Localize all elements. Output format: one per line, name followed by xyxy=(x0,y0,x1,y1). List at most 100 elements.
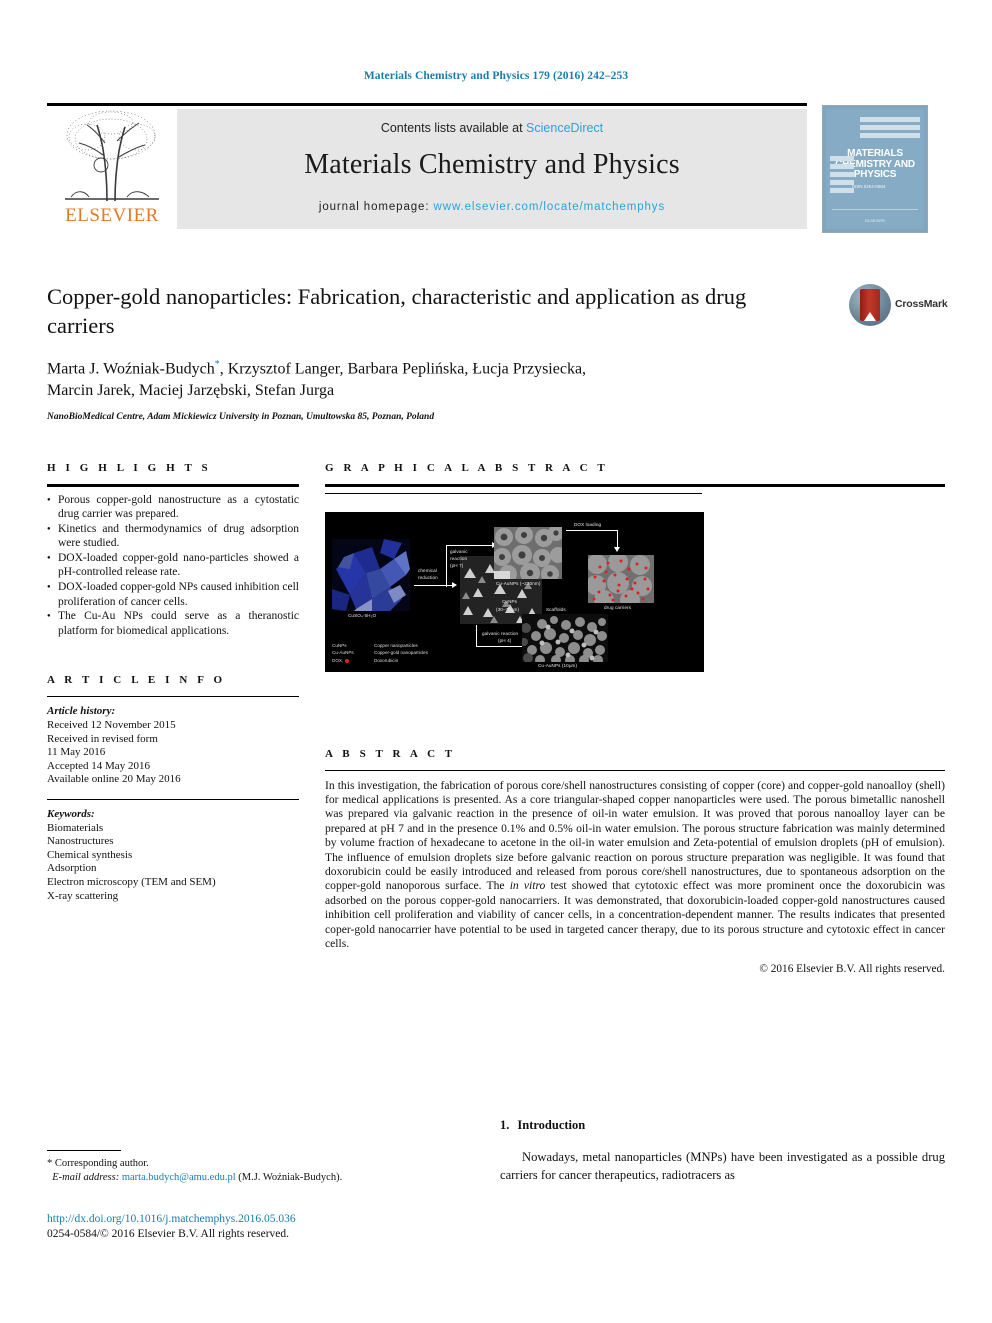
ga-legend-key: CuNPs xyxy=(332,642,347,648)
ga-panel-precursor xyxy=(332,538,410,611)
ga-panel-scaffolds xyxy=(522,613,608,662)
introduction-section: 1. Introduction Nowadays, metal nanoparti… xyxy=(500,1118,945,1184)
sciencedirect-link[interactable]: ScienceDirect xyxy=(526,121,603,135)
ga-legend-value: Copper nanoparticles xyxy=(374,642,418,648)
graphical-abstract-heading: G R A P H I C A L A B S T R A C T xyxy=(325,462,609,474)
doi-link[interactable]: http://dx.doi.org/10.1016/j.matchemphys.… xyxy=(47,1212,447,1227)
ga-legend-value: Copper-gold nanoparticles xyxy=(374,650,428,656)
article-history-item: Available online 20 May 2016 xyxy=(47,773,181,786)
list-item: The Cu-Au NPs could serve as a theranost… xyxy=(47,609,299,638)
issn-copyright-line: 0254-0584/© 2016 Elsevier B.V. All right… xyxy=(47,1228,290,1240)
ga-label-galvanic-ph7-l3: (pH 7) xyxy=(450,562,464,568)
title-block: Copper-gold nanoparticles: Fabrication, … xyxy=(47,282,948,423)
ga-label-chemical-reduction-l1: chemical xyxy=(418,567,437,573)
footnote-rule xyxy=(47,1150,121,1151)
elsevier-logo: ELSEVIER xyxy=(49,109,175,229)
keywords-rule xyxy=(47,799,299,800)
ga-caption-cunps-l2: (30–70nm) xyxy=(496,606,520,612)
journal-cover-inner: MATERIALS CHEMISTRY AND PHYSICS ISSN 025… xyxy=(826,109,924,229)
ga-legend-row: Cu-AuNPs Copper-gold nanoparticles xyxy=(332,649,428,657)
graphical-abstract-figure: CuSO₄·5H₂O chemical reduction CuNPs (30–… xyxy=(325,511,704,672)
crossmark-badge[interactable]: CrossMark xyxy=(849,284,948,328)
elsevier-tree-icon xyxy=(57,109,167,205)
elsevier-wordmark: ELSEVIER xyxy=(65,205,159,226)
ga-arrow-dox-vertical xyxy=(617,529,619,548)
introduction-heading: 1. Introduction xyxy=(500,1118,945,1133)
contents-available-line: Contents lists available at ScienceDirec… xyxy=(177,121,807,135)
doi-block: http://dx.doi.org/10.1016/j.matchemphys.… xyxy=(47,1212,447,1242)
ga-caption-scaffolds: Scaffolds xyxy=(546,606,566,612)
keyword-item: X-ray scattering xyxy=(47,889,119,902)
ga-label-dox-loading: DOX loading xyxy=(574,521,602,527)
abstract-text: In this investigation, the fabrication o… xyxy=(325,779,945,952)
keyword-item: Electron microscopy (TEM and SEM) xyxy=(47,875,216,888)
ga-arrowhead-dox xyxy=(614,546,620,552)
abstract-italic-term: in vitro xyxy=(509,879,546,893)
ga-arrowhead-chemical-reduction xyxy=(452,581,457,588)
ga-caption-cunps-l1: CuNPs xyxy=(502,598,518,604)
article-history-item: Received in revised form xyxy=(47,732,158,745)
author-list: Marta J. Woźniak-Budych*, Krzysztof Lang… xyxy=(47,354,807,402)
ga-legend-key: DOX, xyxy=(332,657,374,665)
paper-page: Materials Chemistry and Physics 179 (201… xyxy=(0,0,992,1323)
ga-legend-key-text: DOX, xyxy=(332,657,344,663)
ga-arrow-dox-horizontal xyxy=(566,529,618,531)
ga-legend-value: Doxorubicin xyxy=(374,657,399,663)
journal-cover-thumbnail: MATERIALS CHEMISTRY AND PHYSICS ISSN 025… xyxy=(822,105,928,233)
article-history-item: 11 May 2016 xyxy=(47,746,106,759)
doxorubicin-dot-icon xyxy=(345,658,350,663)
journal-title: Materials Chemistry and Physics xyxy=(304,149,680,180)
journal-homepage-line: journal homepage: www.elsevier.com/locat… xyxy=(177,201,807,213)
ga-caption-precursor: CuSO₄·5H₂O xyxy=(348,612,377,618)
graphical-abstract-rule xyxy=(325,484,945,487)
keyword-item: Adsorption xyxy=(47,862,97,875)
ga-panel-cuaunps-230 xyxy=(494,526,562,579)
ga-label-galvanic-ph4-l1: galvanic reaction xyxy=(482,630,519,636)
introduction-body: Nowadays, metal nanoparticles (MNPs) hav… xyxy=(500,1150,945,1182)
ga-legend-row: CuNPs Copper nanoparticles xyxy=(332,642,428,650)
masthead-center-panel: Contents lists available at ScienceDirec… xyxy=(177,109,807,229)
ga-legend-key: Cu-AuNPs xyxy=(332,650,354,656)
article-history-label: Article history: xyxy=(47,705,116,718)
ga-legend: CuNPs Copper nanoparticles Cu-AuNPs Copper… xyxy=(332,642,428,665)
email-link[interactable]: marta.budych@amu.edu.pl xyxy=(122,1172,236,1183)
list-item: DOX-loaded copper-gold NPs caused inhibi… xyxy=(47,580,299,609)
ga-caption-cuaunps-230: Cu-AuNPs (~230nm) xyxy=(496,580,541,586)
ga-arrow-ph4-vertical xyxy=(476,624,478,647)
keyword-item: Biomaterials xyxy=(47,821,104,834)
masthead-top-rule xyxy=(47,103,807,106)
crossmark-icon xyxy=(849,284,891,326)
ga-label-galvanic-ph7-l2: reaction xyxy=(450,555,468,561)
ga-label-chemical-reduction-l2: reduction xyxy=(418,574,438,580)
article-history-item: Received 12 November 2015 xyxy=(47,719,176,732)
cover-footer: ELSEVIER xyxy=(865,218,885,223)
list-item: DOX-loaded copper-gold nano-particles sh… xyxy=(47,551,299,580)
crossmark-label: CrossMark xyxy=(895,298,948,310)
article-info-heading: A R T I C L E I N F O xyxy=(47,674,226,687)
running-head: Materials Chemistry and Physics 179 (201… xyxy=(363,70,629,82)
graphical-abstract-subrule xyxy=(325,492,702,494)
ga-legend-row: DOX, Doxorubicin xyxy=(332,657,428,665)
ga-label-galvanic-ph4-l2: (pH 4) xyxy=(498,637,512,643)
corresponding-author-footnote: * Corresponding author. E-mail address: … xyxy=(47,1150,347,1184)
article-info-rule xyxy=(47,696,299,698)
list-item: Kinetics and thermodynamics of drug adso… xyxy=(47,522,299,551)
highlights-rule xyxy=(47,484,299,487)
email-label: E-mail address: xyxy=(52,1171,120,1183)
ga-arrow-ph7-horizontal xyxy=(446,544,492,546)
affiliation: NanoBioMedical Centre, Adam Mickiewicz U… xyxy=(47,412,435,423)
ga-caption-drug-carriers: drug carriers xyxy=(604,604,632,610)
highlights-list: Porous copper-gold nanostructure as a cy… xyxy=(47,493,299,639)
left-column: H I G H L I G H T S Porous copper-gold n… xyxy=(47,462,299,903)
abstract-part1: In this investigation, the fabrication o… xyxy=(325,778,945,893)
article-history-item: Accepted 14 May 2016 xyxy=(47,759,150,772)
journal-homepage-link[interactable]: www.elsevier.com/locate/matchemphys xyxy=(434,201,666,213)
corresponding-author-note: * Corresponding author. xyxy=(47,1158,149,1169)
right-column: G R A P H I C A L A B S T R A C T CuSO₄·… xyxy=(325,462,945,975)
contents-prefix: Contents lists available at xyxy=(380,121,527,135)
introduction-title: Introduction xyxy=(517,1118,586,1132)
email-owner: (M.J. Woźniak-Budych). xyxy=(238,1171,343,1183)
list-item: Porous copper-gold nanostructure as a cy… xyxy=(47,493,299,522)
crossmark-book-icon xyxy=(860,289,880,321)
authors-line2: Marcin Jarek, Maciej Jarzębski, Stefan J… xyxy=(47,382,335,400)
